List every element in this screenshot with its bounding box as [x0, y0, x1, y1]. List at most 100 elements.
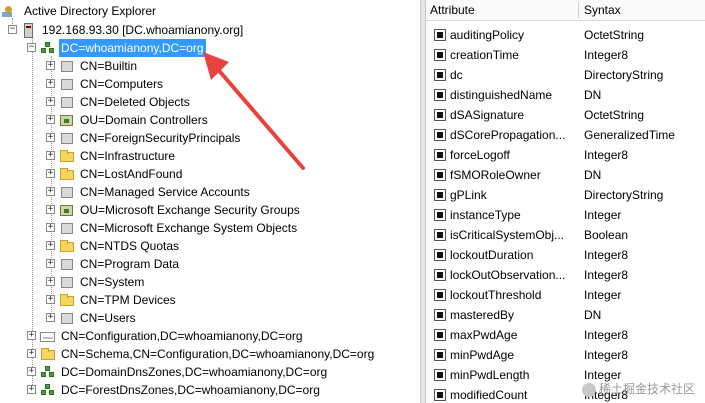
attribute-name: auditingPolicy: [450, 28, 525, 42]
watermark-text: 稀土掘金技术社区: [598, 382, 695, 396]
attribute-icon: [434, 369, 446, 381]
attribute-name: maxPwdAge: [450, 328, 518, 342]
tree-item-label: CN=System: [80, 275, 145, 289]
watermark-logo-icon: [581, 382, 596, 397]
expand-icon[interactable]: +: [46, 115, 55, 124]
attribute-name: lockoutThreshold: [450, 288, 542, 302]
attribute-name: gPLink: [450, 188, 487, 202]
attribute-row[interactable]: lockoutDuration Integer8: [426, 245, 705, 265]
configuration-icon: [40, 329, 56, 343]
tree-item-label: CN=Users: [80, 311, 136, 325]
expand-icon[interactable]: +: [46, 313, 55, 322]
expand-icon[interactable]: +: [46, 61, 55, 70]
tree-server-label: 192.168.93.30 [DC.whoamianony.org]: [42, 23, 244, 37]
attribute-syntax: Integer8: [584, 48, 629, 62]
column-divider[interactable]: [578, 2, 579, 18]
tree-item-label: OU=Microsoft Exchange Security Groups: [80, 203, 300, 217]
attribute-row[interactable]: auditingPolicy OctetString: [426, 25, 705, 45]
attribute-row[interactable]: distinguishedName DN: [426, 85, 705, 105]
attribute-syntax: OctetString: [584, 108, 645, 122]
attribute-name: minPwdAge: [450, 348, 515, 362]
collapse-icon[interactable]: −: [8, 25, 17, 34]
column-header-syntax[interactable]: Syntax: [580, 0, 705, 20]
expand-icon[interactable]: +: [46, 205, 55, 214]
container-icon: [59, 257, 75, 271]
expand-icon[interactable]: +: [27, 385, 36, 394]
tree-item-label: OU=Domain Controllers: [80, 113, 208, 127]
attribute-row[interactable]: lockOutObservation... Integer8: [426, 265, 705, 285]
expand-icon[interactable]: +: [46, 133, 55, 142]
attribute-name: distinguishedName: [450, 88, 553, 102]
attribute-name: dSASignature: [450, 108, 525, 122]
container-icon: [59, 59, 75, 73]
container-icon: [59, 275, 75, 289]
column-header-attribute[interactable]: Attribute: [426, 0, 578, 20]
expand-icon[interactable]: +: [46, 97, 55, 106]
expand-icon[interactable]: +: [27, 331, 36, 340]
collapse-icon[interactable]: −: [27, 43, 36, 52]
expand-icon[interactable]: +: [27, 367, 36, 376]
attribute-syntax: OctetString: [584, 28, 645, 42]
attribute-name: dSCorePropagation...: [450, 128, 566, 142]
attribute-icon: [434, 329, 446, 341]
attribute-name: lockoutDuration: [450, 248, 534, 262]
attribute-syntax: Integer8: [584, 148, 629, 162]
server-icon: [21, 23, 37, 38]
tree-item-label: CN=Deleted Objects: [80, 95, 190, 109]
attribute-row[interactable]: masteredBy DN: [426, 305, 705, 325]
expand-icon[interactable]: +: [46, 223, 55, 232]
expand-icon[interactable]: +: [27, 349, 36, 358]
attribute-row[interactable]: maxPwdAge Integer8: [426, 325, 705, 345]
tree-item-label: CN=Builtin: [80, 59, 138, 73]
folder-icon: [59, 293, 75, 307]
attribute-row[interactable]: lockoutThreshold Integer: [426, 285, 705, 305]
organizational-unit-icon: [59, 113, 75, 127]
tree-item-label: CN=Program Data: [80, 257, 180, 271]
tree-item-label: CN=NTDS Quotas: [80, 239, 180, 253]
domain-icon: [40, 365, 56, 379]
tree-naming-context-label: CN=Schema,CN=Configuration,DC=whoamianon…: [61, 347, 375, 361]
attribute-row[interactable]: dSCorePropagation... GeneralizedTime: [426, 125, 705, 145]
attribute-icon: [434, 169, 446, 181]
attribute-syntax: Integer: [584, 208, 622, 222]
attribute-row[interactable]: instanceType Integer: [426, 205, 705, 225]
expand-icon[interactable]: +: [46, 151, 55, 160]
container-icon: [59, 185, 75, 199]
attribute-icon: [434, 269, 446, 281]
attribute-row[interactable]: forceLogoff Integer8: [426, 145, 705, 165]
expand-icon[interactable]: +: [46, 79, 55, 88]
domain-icon: [40, 383, 56, 397]
expand-icon[interactable]: +: [46, 169, 55, 178]
tree-item-label: CN=TPM Devices: [80, 293, 176, 307]
expand-icon[interactable]: +: [46, 277, 55, 286]
attribute-icon: [434, 29, 446, 41]
attribute-row[interactable]: isCriticalSystemObj... Boolean: [426, 225, 705, 245]
attribute-row[interactable]: dc DirectoryString: [426, 65, 705, 85]
container-icon: [59, 221, 75, 235]
attribute-name: dc: [450, 68, 463, 82]
folder-icon: [40, 347, 56, 361]
attribute-icon: [434, 89, 446, 101]
expand-icon[interactable]: +: [46, 187, 55, 196]
tree-root-label: Active Directory Explorer: [24, 4, 157, 18]
attribute-row[interactable]: minPwdAge Integer8: [426, 345, 705, 365]
attribute-row[interactable]: dSASignature OctetString: [426, 105, 705, 125]
attribute-row[interactable]: creationTime Integer8: [426, 45, 705, 65]
attribute-syntax: Integer8: [584, 268, 629, 282]
attribute-row[interactable]: gPLink DirectoryString: [426, 185, 705, 205]
attributes-header: Attribute Syntax: [426, 0, 705, 21]
attribute-syntax: Integer8: [584, 248, 629, 262]
attribute-syntax: Integer: [584, 288, 622, 302]
attribute-icon: [434, 189, 446, 201]
expand-icon[interactable]: +: [46, 259, 55, 268]
attribute-syntax: DirectoryString: [584, 68, 664, 82]
attribute-row[interactable]: fSMORoleOwner DN: [426, 165, 705, 185]
tree-item-label: CN=Computers: [80, 77, 164, 91]
folder-icon: [59, 167, 75, 181]
attribute-syntax: DN: [584, 308, 602, 322]
expand-icon[interactable]: +: [46, 241, 55, 250]
expand-icon[interactable]: +: [46, 295, 55, 304]
container-icon: [59, 95, 75, 109]
container-icon: [59, 131, 75, 145]
attribute-icon: [434, 309, 446, 321]
